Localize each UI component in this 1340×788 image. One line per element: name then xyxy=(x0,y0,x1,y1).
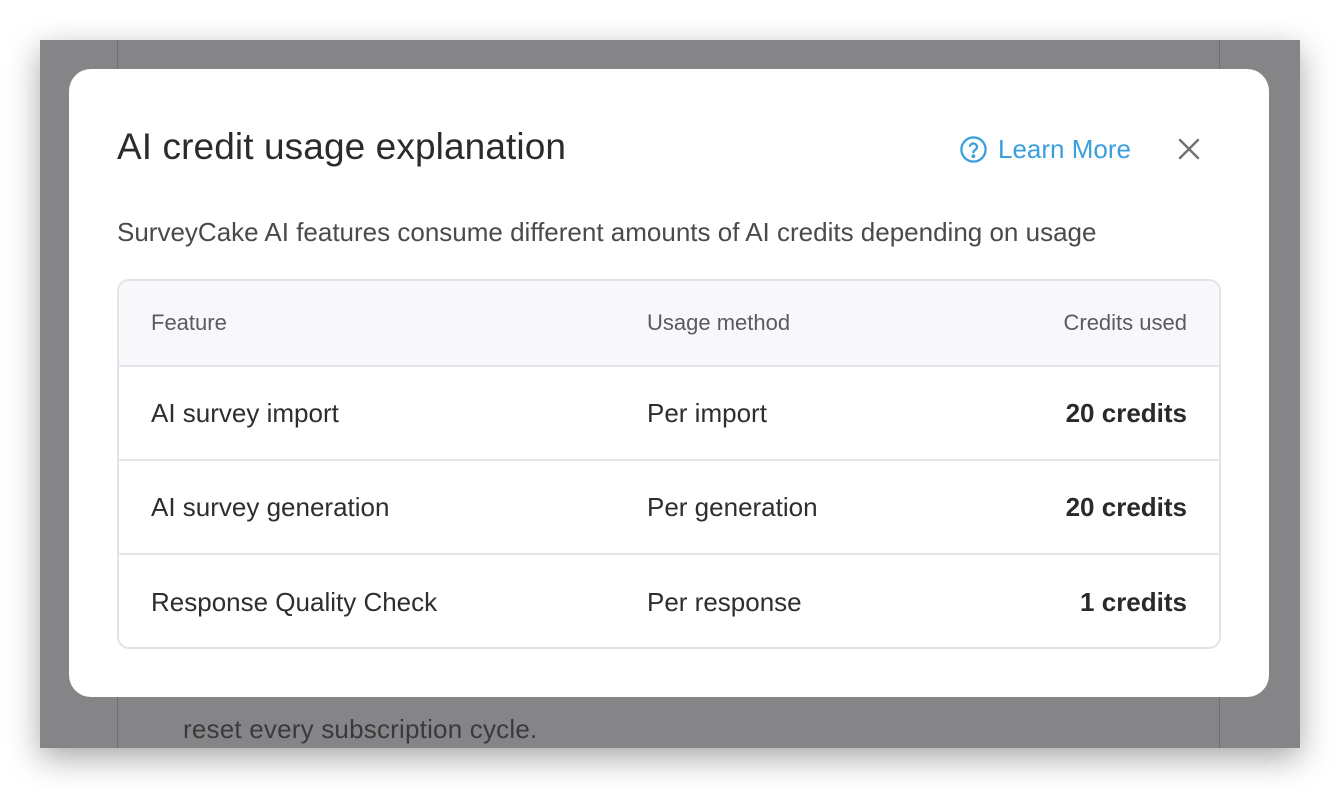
credits-cell: 20 credits xyxy=(1065,491,1187,522)
modal-title: AI credit usage explanation xyxy=(117,126,567,167)
close-button[interactable] xyxy=(1173,133,1205,165)
table-row: Response Quality Check Per response 1 cr… xyxy=(119,555,1219,647)
close-icon xyxy=(1178,138,1200,160)
header-usage-method: Usage method xyxy=(647,310,791,335)
credits-cell: 1 credits xyxy=(1080,586,1187,617)
credits-table: Feature Usage method Credits used AI sur… xyxy=(117,279,1221,649)
feature-cell: Response Quality Check xyxy=(151,586,438,617)
modal-subtitle: SurveyCake AI features consume different… xyxy=(117,217,1097,247)
feature-cell: AI survey generation xyxy=(151,491,390,522)
header-credits-used: Credits used xyxy=(1063,310,1187,335)
usage-method-cell: Per response xyxy=(647,586,802,617)
feature-cell: AI survey import xyxy=(151,397,339,428)
credits-cell: 20 credits xyxy=(1065,397,1187,428)
usage-method-cell: Per import xyxy=(647,397,767,428)
help-circle-icon xyxy=(960,135,987,163)
learn-more-label: Learn More xyxy=(998,133,1131,164)
credit-usage-modal: AI credit usage explanation Learn More S… xyxy=(69,69,1269,697)
background-text: reset every subscription cycle. xyxy=(183,714,538,744)
usage-method-cell: Per generation xyxy=(647,491,818,522)
table-row: AI survey import Per import 20 credits xyxy=(119,367,1219,461)
table-row: AI survey generation Per generation 20 c… xyxy=(119,461,1219,555)
table-header: Feature Usage method Credits used xyxy=(119,281,1219,367)
learn-more-link[interactable]: Learn More xyxy=(959,131,1131,167)
header-feature: Feature xyxy=(151,310,227,335)
